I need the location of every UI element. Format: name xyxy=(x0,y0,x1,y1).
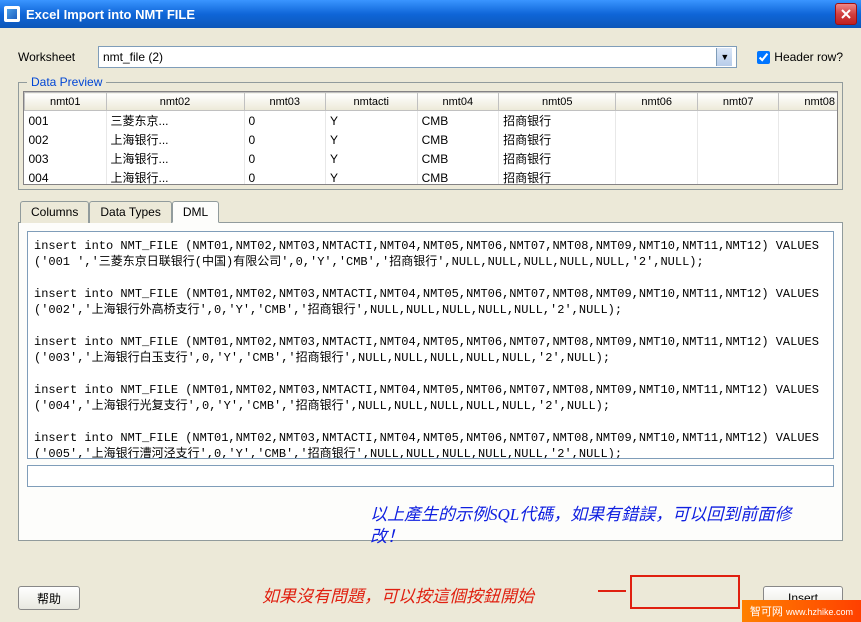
help-button[interactable]: 帮助 xyxy=(18,586,80,610)
table-cell xyxy=(616,130,698,149)
table-cell xyxy=(697,111,779,131)
table-row[interactable]: 003上海银行...0YCMB招商银行 xyxy=(25,149,838,168)
table-cell xyxy=(779,111,837,131)
table-cell: 招商银行 xyxy=(499,111,616,131)
chevron-down-icon: ▼ xyxy=(716,48,732,66)
worksheet-selected: nmt_file (2) xyxy=(103,50,163,64)
table-row[interactable]: 001三菱东京...0YCMB招商银行 xyxy=(25,111,838,131)
table-cell: 三菱东京... xyxy=(106,111,244,131)
table-cell: 上海银行... xyxy=(106,130,244,149)
table-cell: 0 xyxy=(244,149,326,168)
table-cell: 004 xyxy=(25,168,107,184)
table-cell: 0 xyxy=(244,111,326,131)
tab-data-types[interactable]: Data Types xyxy=(89,201,171,223)
table-cell: Y xyxy=(326,111,418,131)
table-cell: Y xyxy=(326,149,418,168)
header-row-checkbox[interactable] xyxy=(757,51,770,64)
close-button[interactable] xyxy=(835,3,857,25)
table-cell: 001 xyxy=(25,111,107,131)
table-cell xyxy=(779,130,837,149)
header-row-label: Header row? xyxy=(774,50,843,64)
data-preview-fieldset: Data Preview nmt01nmt02nmt03nmtactinmt04… xyxy=(18,82,843,190)
column-header[interactable]: nmt07 xyxy=(697,93,779,111)
table-cell: 招商银行 xyxy=(499,130,616,149)
window-title: Excel Import into NMT FILE xyxy=(26,7,195,22)
table-cell xyxy=(697,130,779,149)
table-cell: 0 xyxy=(244,168,326,184)
table-cell: CMB xyxy=(417,168,499,184)
data-preview-legend: Data Preview xyxy=(27,75,106,89)
app-icon xyxy=(4,6,20,22)
table-cell: 上海银行... xyxy=(106,168,244,184)
table-cell xyxy=(616,168,698,184)
column-header[interactable]: nmt06 xyxy=(616,93,698,111)
table-cell: Y xyxy=(326,168,418,184)
table-cell xyxy=(697,149,779,168)
worksheet-select[interactable]: nmt_file (2) ▼ xyxy=(98,46,737,68)
column-header[interactable]: nmtacti xyxy=(326,93,418,111)
column-header[interactable]: nmt02 xyxy=(106,93,244,111)
table-cell: CMB xyxy=(417,149,499,168)
table-row[interactable]: 004上海银行...0YCMB招商银行 xyxy=(25,168,838,184)
table-cell: 0 xyxy=(244,130,326,149)
table-cell: 上海银行... xyxy=(106,149,244,168)
column-header[interactable]: nmt08 xyxy=(779,93,837,111)
table-cell: CMB xyxy=(417,130,499,149)
column-header[interactable]: nmt03 xyxy=(244,93,326,111)
table-cell: 002 xyxy=(25,130,107,149)
annotation-blue: 以上產生的示例SQL代碼，如果有錯誤，可以回到前面修改！ xyxy=(370,504,820,548)
column-header[interactable]: nmt01 xyxy=(25,93,107,111)
watermark-url: www.hzhike.com xyxy=(786,607,853,617)
tab-columns[interactable]: Columns xyxy=(20,201,89,223)
column-header[interactable]: nmt05 xyxy=(499,93,616,111)
watermark: 智可网 www.hzhike.com xyxy=(742,600,861,622)
table-cell: 招商银行 xyxy=(499,168,616,184)
tab-bar: Columns Data Types DML xyxy=(18,200,843,223)
sql-textarea[interactable]: insert into NMT_FILE (NMT01,NMT02,NMT03,… xyxy=(27,231,834,459)
tab-content: insert into NMT_FILE (NMT01,NMT02,NMT03,… xyxy=(18,223,843,541)
data-preview-table: nmt01nmt02nmt03nmtactinmt04nmt05nmt06nmt… xyxy=(24,92,837,184)
close-icon xyxy=(841,9,851,19)
titlebar: Excel Import into NMT FILE xyxy=(0,0,861,28)
data-preview-scroll[interactable]: nmt01nmt02nmt03nmtactinmt04nmt05nmt06nmt… xyxy=(24,92,837,184)
table-cell xyxy=(616,111,698,131)
worksheet-label: Worksheet xyxy=(18,50,88,64)
table-cell: Y xyxy=(326,130,418,149)
watermark-brand: 智可网 xyxy=(750,606,783,618)
table-cell: 003 xyxy=(25,149,107,168)
column-header[interactable]: nmt04 xyxy=(417,93,499,111)
table-cell xyxy=(779,168,837,184)
sql-input[interactable] xyxy=(27,465,834,487)
table-row[interactable]: 002上海银行...0YCMB招商银行 xyxy=(25,130,838,149)
table-cell xyxy=(616,149,698,168)
table-cell xyxy=(779,149,837,168)
table-cell: 招商银行 xyxy=(499,149,616,168)
header-row-checkbox-wrap[interactable]: Header row? xyxy=(757,50,843,64)
tab-dml[interactable]: DML xyxy=(172,201,219,223)
table-cell: CMB xyxy=(417,111,499,131)
table-cell xyxy=(697,168,779,184)
